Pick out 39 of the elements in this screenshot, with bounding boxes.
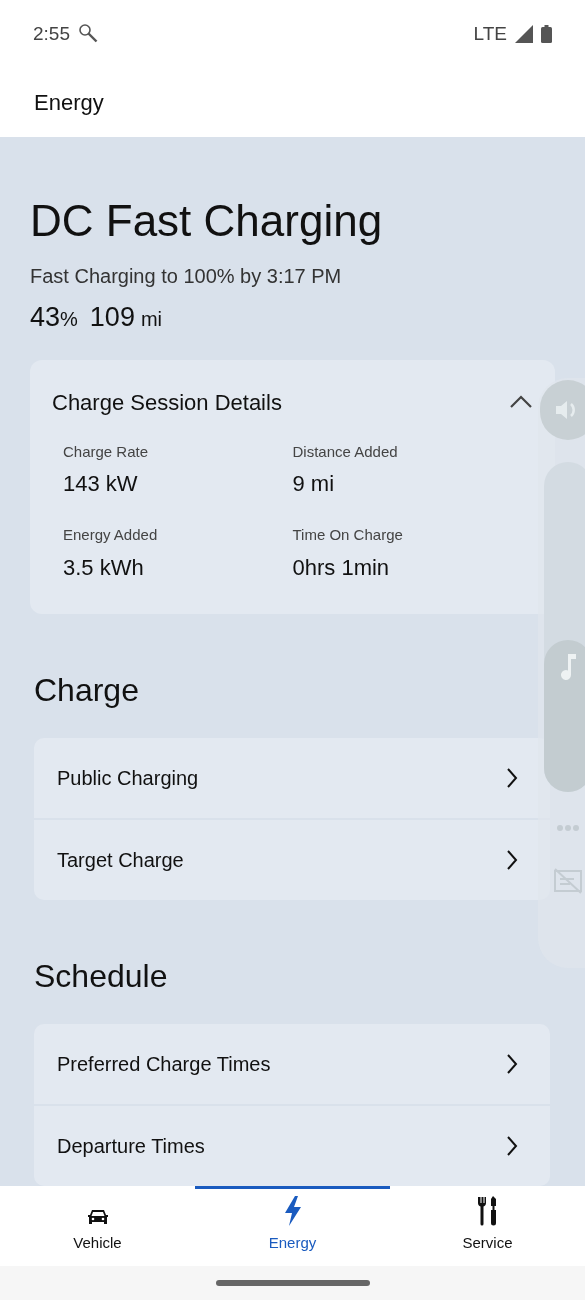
detail-label: Energy Added <box>63 525 159 545</box>
detail-label: Charge Rate <box>63 441 150 462</box>
battery-icon <box>541 25 552 43</box>
volume-button[interactable] <box>540 380 585 440</box>
charging-status: Fast Charging to 100% by 3:17 PM <box>30 264 343 289</box>
detail-value: 9 mi <box>292 470 336 498</box>
chevron-right-icon <box>506 848 518 871</box>
detail-label: Distance Added <box>292 441 399 462</box>
percent-unit: % <box>60 308 78 332</box>
car-icon <box>86 1207 109 1226</box>
detail-value: 3.5 kWh <box>63 553 145 582</box>
home-indicator[interactable] <box>215 1280 370 1286</box>
music-note-icon <box>560 654 576 681</box>
section-heading: Charge <box>33 673 140 706</box>
detail-label: Time On Charge <box>292 525 404 545</box>
battery-percent: 43 <box>30 301 61 334</box>
nav-tab[interactable]: Service <box>390 1186 585 1266</box>
charging-title: DC Fast Charging <box>30 199 384 243</box>
volume-slider[interactable] <box>544 462 585 792</box>
chevron-right-icon <box>506 1052 518 1075</box>
status-time: 2:55 <box>33 21 70 46</box>
menu-row[interactable]: Departure Times <box>34 1105 550 1186</box>
captions-off-icon[interactable] <box>553 866 583 896</box>
chevron-right-icon <box>506 766 518 789</box>
nav-tab[interactable]: Vehicle <box>0 1186 195 1266</box>
chevron-right-icon <box>506 1134 518 1157</box>
more-icon[interactable] <box>556 824 580 832</box>
menu-row[interactable]: Preferred Charge Times <box>34 1023 550 1104</box>
page-title: Energy <box>34 89 104 117</box>
detail-value: 143 kW <box>63 470 139 498</box>
lightning-bolt-icon <box>283 1195 302 1226</box>
signal-icon <box>515 25 533 43</box>
section-heading: Schedule <box>33 959 169 992</box>
details-header[interactable]: Charge Session Details <box>52 385 533 419</box>
detail-value: 0hrs 1min <box>292 553 391 582</box>
range-unit: mi <box>140 307 162 332</box>
range-value: 109 <box>89 301 135 334</box>
network-label: LTE <box>473 21 507 46</box>
tools-icon <box>476 1195 499 1226</box>
